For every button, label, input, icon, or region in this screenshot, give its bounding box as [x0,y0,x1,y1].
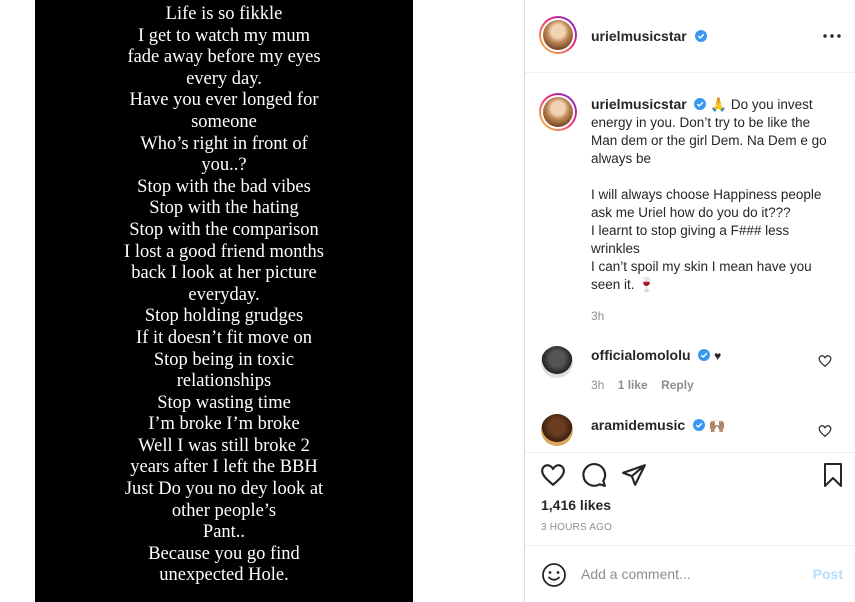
comment-username[interactable]: officialomololu [591,347,691,363]
comment-row: aramidemusic 🙌🏽 [591,417,726,434]
story-text-line: everyday. [188,284,260,305]
share-paper-plane-icon[interactable] [621,462,647,488]
story-text-line: Stop with the hating [149,198,299,219]
story-text-line: Stop with the bad vibes [137,176,311,197]
add-comment-input[interactable]: Add a comment... [581,566,691,582]
caption-avatar[interactable] [539,93,577,131]
story-image: Life is so fikkle I get to watch my mum fa… [35,0,413,602]
story-text-line: I get to watch my mum [137,25,311,46]
caption-line: I can’t spoil my skin I mean have you se… [591,259,812,292]
story-text-line: back I look at her picture [131,263,317,284]
emoji-smiley-icon[interactable] [541,562,567,588]
verified-badge-icon [698,349,711,361]
story-text-line: If it doesn’t fit move on [136,327,312,348]
like-heart-icon[interactable] [540,462,566,488]
more-options-icon[interactable] [820,26,844,46]
story-text-line: Life is so fikkle [165,4,283,24]
post-timestamp[interactable]: 3 HOURS AGO [541,522,612,533]
post-comment-button[interactable]: Post [813,566,843,582]
comment-like-count[interactable]: 1 like [618,378,648,392]
section-divider [525,452,855,453]
story-text-line: years after I left the BBH [130,457,318,478]
caption-line: I will always choose Happiness people as… [591,187,822,220]
comment-username[interactable]: aramidemusic [591,417,685,433]
section-divider [525,545,855,546]
verified-badge-icon [692,419,705,431]
story-text-line: Stop wasting time [157,392,291,413]
story-text-line: every day. [186,68,262,89]
story-text-line: Have you ever longed for [129,90,319,111]
story-text-line: Who’s right in front of [140,133,308,154]
story-text-line: Stop holding grudges [144,306,304,327]
story-text-line: I’m broke I’m broke [148,414,300,435]
caption-timestamp[interactable]: 3h [591,307,831,325]
likes-count[interactable]: 1,416 likes [541,497,611,513]
comment-text: 🙌🏽 [708,418,726,433]
story-text: Life is so fikkle I get to watch my mum fa… [35,4,413,587]
story-text-line: Stop with the comparison [129,219,319,240]
comment-timestamp[interactable]: 3h [591,378,604,392]
story-text-line: relationships [176,371,272,392]
story-text-line: someone [191,111,257,132]
verified-badge-icon [694,98,707,110]
header-avatar[interactable] [539,16,577,54]
post-header: urielmusicstar [525,0,855,73]
caption-username[interactable]: urielmusicstar [591,96,687,112]
comment-avatar[interactable] [541,414,573,446]
story-text-line: you..? [201,155,247,176]
verified-badge-icon [695,30,708,42]
story-text-line: Pant.. [202,522,246,543]
story-text-line: Stop being in toxic [153,349,295,370]
story-text-line: Because you go find [148,543,300,564]
story-text-line: other people’s [171,500,277,521]
story-text-line: Well I was still broke 2 [138,435,310,456]
comment-text: ♥ [714,349,722,363]
story-text-line: I lost a good friend months [124,241,324,262]
comment-row: officialomololu ♥ [591,347,721,363]
reply-button[interactable]: Reply [661,378,694,392]
pray-emoji: 🙏 [710,97,728,112]
save-bookmark-icon[interactable] [821,462,845,488]
comment-avatar[interactable] [541,346,573,378]
like-comment-heart-icon[interactable] [818,354,832,368]
comment-meta: 3h 1 like Reply [591,378,694,392]
post-caption: urielmusicstar 🙏 Do you invest energy in… [591,95,831,325]
post-side-panel: urielmusicstar urielmusicstar 🙏 Do you i… [524,0,855,602]
header-username[interactable]: urielmusicstar [591,28,687,44]
caption-line: I learnt to stop giving a F### less wrin… [591,223,790,256]
story-text-line: unexpected Hole. [159,565,289,586]
comment-bubble-icon[interactable] [581,462,607,488]
header-user: urielmusicstar [591,28,708,46]
like-comment-heart-icon[interactable] [818,424,832,438]
story-text-line: Just Do you no dey look at [124,479,324,500]
story-text-line: fade away before my eyes [127,47,321,68]
